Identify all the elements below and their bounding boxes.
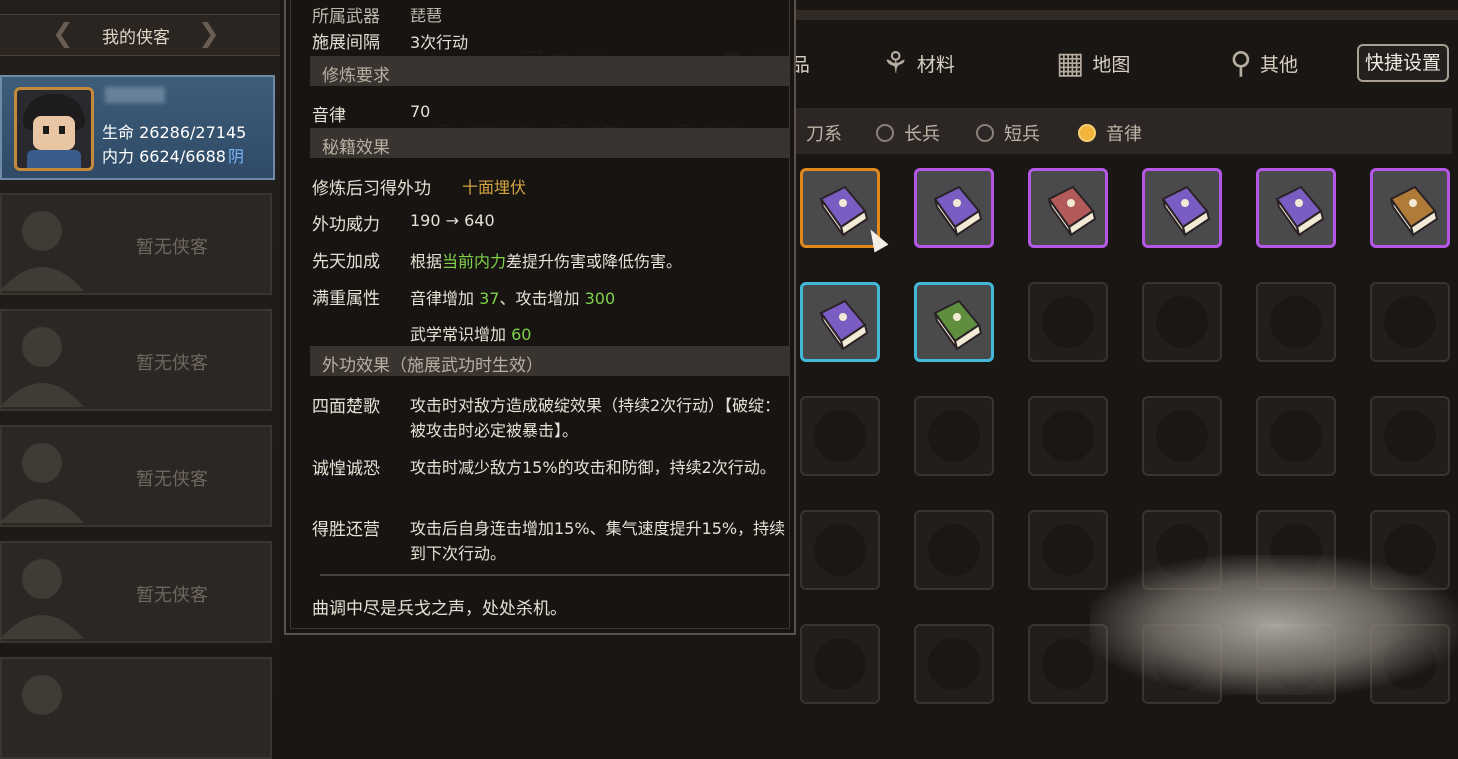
silhouette-icon bbox=[0, 327, 84, 407]
learn-value: 十面埋伏 bbox=[462, 178, 527, 197]
tab-maps[interactable]: ▦ 地图 bbox=[1056, 38, 1130, 88]
filter-bar: 全部 内功 拳掌 剑系 刀系 长兵 短兵 音律 bbox=[436, 108, 1452, 154]
filter-short[interactable]: 短兵 bbox=[976, 120, 1040, 146]
hero-card[interactable]: 生命 26286/27145 内力 6624/6688 阴 bbox=[0, 75, 275, 180]
empty-inventory-slot[interactable] bbox=[800, 624, 880, 704]
skill-name: 四面楚歌 bbox=[312, 397, 380, 417]
empty-inventory-slot[interactable] bbox=[1256, 396, 1336, 476]
item-tooltip: 所属武器 琵琶 施展间隔 3次行动 修炼要求 音律 70 秘籍效果 修炼后习得外… bbox=[284, 0, 796, 635]
empty-inventory-slot[interactable] bbox=[800, 510, 880, 590]
empty-inventory-slot[interactable] bbox=[1370, 396, 1450, 476]
party-title: 我的侠客 bbox=[102, 28, 170, 48]
req-value: 70 bbox=[410, 102, 431, 121]
manual-book-icon bbox=[933, 299, 983, 351]
manual-item-slot[interactable] bbox=[1370, 168, 1450, 248]
power-label: 外功威力 bbox=[312, 215, 380, 235]
manual-item-slot[interactable] bbox=[1256, 168, 1336, 248]
empty-inventory-slot[interactable] bbox=[1142, 396, 1222, 476]
manual-item-slot[interactable] bbox=[1142, 168, 1222, 248]
empty-inventory-slot[interactable] bbox=[914, 396, 994, 476]
skill-desc: 攻击后自身连击增加15%、集气速度提升15%，持续到下次行动。 bbox=[410, 519, 786, 563]
noise-overlay bbox=[1090, 555, 1458, 695]
empty-inventory-slot[interactable] bbox=[914, 510, 994, 590]
empty-inventory-slot[interactable] bbox=[1370, 282, 1450, 362]
empty-slot-label: 暂无侠客 bbox=[136, 353, 208, 374]
skill-name: 诚惶诚恐 bbox=[312, 459, 380, 479]
avatar bbox=[14, 87, 94, 171]
mp-stat: 内力 6624/6688 阴 bbox=[102, 147, 244, 166]
outer-effect-section: 外功效果（施展武功时生效） bbox=[310, 346, 790, 376]
empty-member-slot[interactable]: 暂无侠客 bbox=[0, 425, 272, 527]
weapon-row: 所属武器 bbox=[312, 7, 380, 27]
max-value-2: 武学常识增加 60 bbox=[410, 325, 532, 344]
quick-settings-button[interactable]: 快捷设置 bbox=[1357, 44, 1449, 82]
learn-label: 修炼后习得外功 bbox=[312, 179, 431, 199]
manual-book-icon bbox=[933, 185, 983, 237]
party-panel: ❮ 我的侠客 ❯ 生命 26286/27145 内力 6624/6688 阴 暂无… bbox=[0, 0, 280, 759]
skill-desc: 攻击时对敌方造成破绽效果（持续2次行动）【破绽：被攻击时必定被暴击】。 bbox=[410, 396, 781, 440]
misc-icon: ⚲ bbox=[1230, 45, 1252, 81]
max-value-1: 音律增加 37、攻击增加 300 bbox=[410, 289, 616, 308]
map-icon: ▦ bbox=[1056, 45, 1085, 81]
interval-label: 施展间隔 bbox=[312, 33, 380, 53]
radio-icon bbox=[876, 124, 894, 142]
manual-item-slot[interactable] bbox=[914, 282, 994, 362]
radio-selected-icon bbox=[1078, 124, 1096, 142]
innate-value: 根据当前内力差提升伤害或降低伤害。 bbox=[410, 252, 683, 271]
empty-member-slot[interactable]: 暂无侠客 bbox=[0, 541, 272, 643]
flavor-text: 曲调中尽是兵戈之声，处处杀机。 bbox=[312, 599, 567, 619]
manual-book-icon bbox=[1047, 185, 1097, 237]
skill-desc: 攻击时减少敌方15%的攻击和防御，持续2次行动。 bbox=[410, 458, 776, 477]
filter-blade[interactable]: 刀系 bbox=[806, 120, 842, 146]
empty-inventory-slot[interactable] bbox=[1028, 282, 1108, 362]
hp-stat: 生命 26286/27145 bbox=[102, 123, 247, 142]
chevron-right-icon: ❯ bbox=[198, 19, 220, 49]
manual-book-icon bbox=[1161, 185, 1211, 237]
weapon-value: 琵琶 bbox=[410, 6, 443, 25]
divider bbox=[320, 574, 790, 576]
herb-icon: ⚘ bbox=[882, 45, 909, 81]
skill-name: 得胜还营 bbox=[312, 520, 380, 540]
empty-member-slot[interactable] bbox=[0, 657, 272, 759]
silhouette-icon bbox=[0, 559, 84, 639]
empty-slot-label: 暂无侠客 bbox=[136, 585, 208, 606]
empty-inventory-slot[interactable] bbox=[914, 624, 994, 704]
manual-item-slot[interactable] bbox=[1028, 168, 1108, 248]
hero-name-blurred bbox=[105, 87, 165, 103]
radio-icon bbox=[976, 124, 994, 142]
empty-inventory-slot[interactable] bbox=[1028, 396, 1108, 476]
tab-other[interactable]: ⚲ 其他 bbox=[1230, 38, 1298, 88]
manual-book-icon bbox=[1389, 185, 1439, 237]
yin-tag: 阴 bbox=[227, 147, 244, 166]
req-label: 音律 bbox=[312, 106, 346, 126]
power-value: 190 → 640 bbox=[410, 211, 495, 230]
manual-book-icon bbox=[819, 185, 869, 237]
inventory-top-bar bbox=[796, 10, 1458, 20]
effect-section: 秘籍效果 bbox=[310, 128, 790, 158]
requirement-section: 修炼要求 bbox=[310, 56, 790, 86]
manual-book-icon bbox=[1275, 185, 1325, 237]
empty-member-slot[interactable]: 暂无侠客 bbox=[0, 193, 272, 295]
max-label: 满重属性 bbox=[312, 289, 380, 309]
party-header: ❮ 我的侠客 ❯ bbox=[0, 14, 280, 56]
manual-item-slot[interactable] bbox=[800, 282, 880, 362]
filter-polearm[interactable]: 长兵 bbox=[876, 120, 940, 146]
empty-slot-label: 暂无侠客 bbox=[136, 469, 208, 490]
innate-label: 先天加成 bbox=[312, 252, 380, 272]
silhouette-icon bbox=[22, 675, 62, 715]
silhouette-icon bbox=[0, 443, 84, 523]
silhouette-icon bbox=[0, 211, 84, 291]
empty-slot-label: 暂无侠客 bbox=[136, 237, 208, 258]
manual-book-icon bbox=[819, 299, 869, 351]
filter-music[interactable]: 音律 bbox=[1078, 120, 1142, 146]
empty-inventory-slot[interactable] bbox=[800, 396, 880, 476]
empty-inventory-slot[interactable] bbox=[1256, 282, 1336, 362]
interval-value: 3次行动 bbox=[410, 33, 469, 52]
manual-item-slot[interactable] bbox=[914, 168, 994, 248]
empty-inventory-slot[interactable] bbox=[1142, 282, 1222, 362]
tab-materials[interactable]: ⚘ 材料 bbox=[882, 38, 955, 88]
empty-member-slot[interactable]: 暂无侠客 bbox=[0, 309, 272, 411]
